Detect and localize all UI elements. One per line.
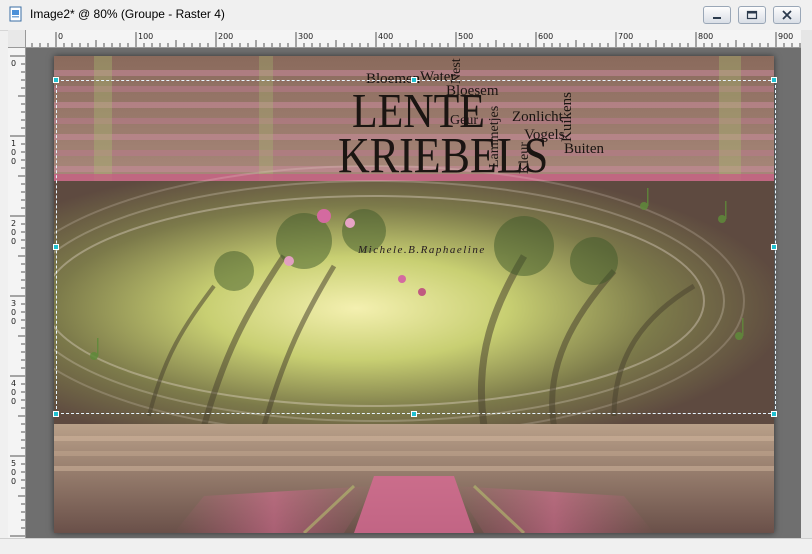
ruler-top-label: 300: [298, 32, 313, 41]
minimize-icon: [713, 17, 721, 19]
title-bar[interactable]: Image2* @ 80% (Groupe - Raster 4): [0, 0, 812, 31]
selection-handle-right[interactable]: [771, 244, 777, 250]
ruler-left-label: 0: [11, 148, 16, 157]
ruler-left-label: 0: [11, 477, 16, 486]
ruler-top-label: 500: [458, 32, 473, 41]
vertical-ruler-ticks: 0100200300400500: [10, 55, 25, 537]
ruler-left-label: 0: [11, 157, 16, 166]
maximize-button[interactable]: [738, 6, 766, 24]
ruler-left-label: 4: [11, 379, 16, 388]
selection-handle-bottom-left[interactable]: [53, 411, 59, 417]
ruler-left-label: 0: [11, 59, 16, 68]
selection-handle-top[interactable]: [411, 77, 417, 83]
close-button[interactable]: [773, 6, 801, 24]
ruler-top-label: 600: [538, 32, 553, 41]
ruler-left-label: 1: [11, 139, 16, 148]
ruler-left-label: 0: [11, 317, 16, 326]
ruler-left-label: 0: [11, 228, 16, 237]
ruler-top-label: 100: [138, 32, 153, 41]
ruler-left-label: 0: [11, 388, 16, 397]
ruler-left-label: 0: [11, 397, 16, 406]
horizontal-scrollbar[interactable]: [0, 538, 812, 554]
psp-image-window: Image2* @ 80% (Groupe - Raster 4) 0 100 20…: [0, 0, 812, 554]
vertical-scrollbar[interactable]: [801, 30, 812, 538]
horizontal-ruler: 0 100 200 300 400 500 600 700 800 900: [26, 30, 801, 48]
horizontal-ruler-ticks: 0 100 200 300 400 500 600 700 800 900: [31, 32, 801, 47]
window-title: Image2* @ 80% (Groupe - Raster 4): [30, 7, 225, 21]
ruler-left-label: 0: [11, 308, 16, 317]
selection-handle-top-right[interactable]: [771, 77, 777, 83]
ruler-top-label: 400: [378, 32, 393, 41]
ruler-top-label: 200: [218, 32, 233, 41]
ruler-top-label: 0: [58, 32, 63, 41]
maximize-icon: [746, 10, 758, 20]
ruler-corner: [8, 30, 26, 48]
ruler-left-label: 5: [11, 459, 16, 468]
selection-handle-top-left[interactable]: [53, 77, 59, 83]
minimize-button[interactable]: [703, 6, 731, 24]
canvas-area[interactable]: Bloemen Water Nest Bloesem LENTE KRIEBEL…: [26, 48, 801, 538]
app-document-icon: [9, 6, 22, 22]
ruler-left-label: 0: [11, 237, 16, 246]
ruler-top-label: 800: [698, 32, 713, 41]
ruler-left-label: 0: [11, 468, 16, 477]
ruler-left-label: 3: [11, 299, 16, 308]
selection-handle-bottom-right[interactable]: [771, 411, 777, 417]
selection-handle-bottom[interactable]: [411, 411, 417, 417]
ruler-top-label: 700: [618, 32, 633, 41]
close-icon: [782, 10, 792, 20]
selection-handle-left[interactable]: [53, 244, 59, 250]
vertical-ruler: 0100200300400500: [8, 48, 26, 538]
ruler-left-label: 2: [11, 219, 16, 228]
selection-marquee[interactable]: [56, 80, 776, 414]
ruler-top-label: 900: [778, 32, 793, 41]
